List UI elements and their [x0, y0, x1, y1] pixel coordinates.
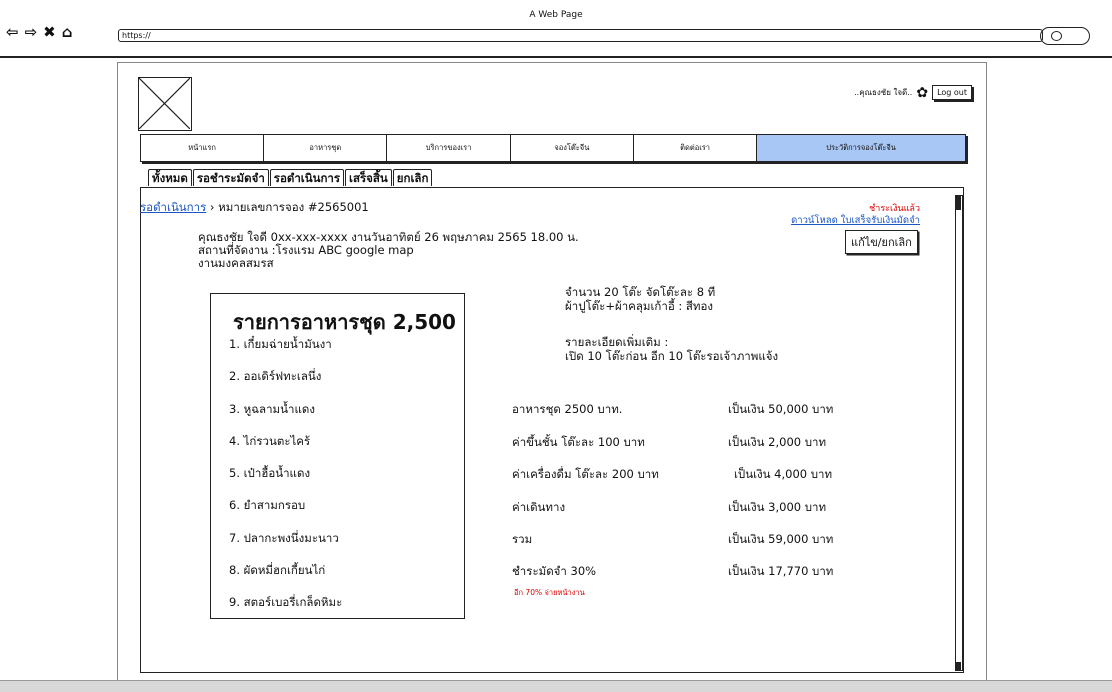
browser-nav: ⇦ ⇨ ✖ ⌂ [6, 24, 72, 40]
edit-cancel-button[interactable]: แก้ไข/ยกเลิก [845, 230, 918, 254]
extra-details-title: รายละเอียดเพิ่มเติม : [565, 335, 669, 349]
cost-label: อาหารชุด 2500 บาท. [512, 402, 623, 416]
logo-placeholder [138, 77, 192, 131]
cost-amount-total: เป็นเงิน 59,000 บาท [728, 532, 834, 546]
user-area: ..คุณธงชัย ใจดี.. ✿ Log out [854, 85, 972, 100]
menu-item: 9. สตอร์เบอรี่เกล็ดหิมะ [229, 595, 343, 610]
download-receipt-link[interactable]: ดาวน์โหลด ใบเสร็จรับเงินมัดจำ [791, 213, 920, 228]
arrow-right-icon[interactable]: ⇨ [25, 24, 38, 40]
status-bar [0, 680, 1112, 692]
cost-label-total: รวม [512, 532, 533, 546]
nav-food-sets[interactable]: อาหารชุด [264, 135, 388, 161]
tab-cancelled[interactable]: ยกเลิก [392, 169, 433, 186]
menu-item: 4. ไก่รวนตะไคร้ [229, 433, 311, 448]
cost-amount: เป็นเงิน 50,000 บาท [728, 402, 834, 416]
search-icon [1051, 31, 1062, 41]
cost-amount: เป็นเงิน 2,000 บาท [728, 435, 827, 449]
menu-item: 3. หูฉลามน้ำแดง [229, 401, 315, 416]
booking-info: คุณธงชัย ใจดี 0xx-xxx-xxxx งานวันอาทิตย์… [198, 231, 579, 270]
status-tabs: ทั้งหมด รอชำระมัดจำ รอดำเนินการ เสร็จสิ้… [148, 169, 433, 186]
booking-event-type: งานมงคลสมรส [198, 256, 274, 270]
nav-booking-history[interactable]: ประวัติการจองโต๊ะจีน [757, 135, 965, 161]
menu-item: 6. ยำสามกรอบ [229, 498, 306, 513]
menu-title: รายการอาหารชุด 2,500 [233, 310, 456, 334]
table-cloth: ผ้าปูโต๊ะ+ผ้าคลุมเก้าอี้ : สีทอง [565, 298, 714, 313]
menu-list: 1. เกี๋ยมฉ่ายน้ำมันงา 2. ออเดิร์ฟทะเลนึ่… [229, 336, 342, 627]
cost-label-deposit: ชำระมัดจำ 30% [512, 564, 597, 578]
remaining-payment-note: อีก 70% จ่ายหน้างาน [514, 588, 585, 597]
close-icon[interactable]: ✖ [43, 24, 56, 40]
logout-button[interactable]: Log out [932, 85, 972, 100]
table-details: จำนวน 20 โต๊ะ จัดโต๊ะละ 8 ที ผ้าปูโต๊ะ+ผ… [565, 285, 716, 313]
nav-book-table[interactable]: จองโต๊ะจีน [511, 135, 634, 161]
search-button[interactable] [1040, 27, 1090, 45]
gear-icon[interactable]: ✿ [916, 86, 928, 100]
cost-label: ค่าเครื่องดื่ม โต๊ะละ 200 บาท [512, 467, 659, 481]
menu-item: 8. ผัดหมี่ฮกเกี้ยนไก่ [229, 563, 326, 578]
menu-item: 5. เป๋าฮื้อน้ำแดง [229, 466, 311, 481]
arrow-left-icon[interactable]: ⇦ [6, 24, 19, 40]
scroll-thumb[interactable] [956, 196, 961, 210]
user-name[interactable]: ..คุณธงชัย ใจดี.. [854, 86, 912, 99]
tab-completed[interactable]: เสร็จสิ้น [345, 169, 392, 186]
cost-amount: เป็นเงิน 4,000 บาท [734, 467, 833, 481]
scroll-down-arrow[interactable] [956, 662, 961, 670]
menu-item: 2. ออเดิร์ฟทะเลนึ่ง [229, 369, 322, 384]
scrollbar[interactable] [955, 195, 963, 671]
page-frame: ..คุณธงชัย ใจดี.. ✿ Log out หน้าแรก อาหา… [117, 62, 987, 684]
nav-contact[interactable]: ติดต่อเรา [634, 135, 758, 161]
home-icon[interactable]: ⌂ [62, 24, 73, 40]
breadcrumb-link[interactable]: รอดำเนินการ [140, 200, 206, 214]
extra-details: รายละเอียดเพิ่มเติม : เปิด 10 โต๊ะก่อน อ… [565, 335, 779, 363]
extra-details-text: เปิด 10 โต๊ะก่อน อีก 10 โต๊ะรอเจ้าภาพแจ้… [565, 348, 779, 363]
tab-all[interactable]: ทั้งหมด [148, 169, 192, 186]
cost-label: ค่าเดินทาง [512, 500, 566, 514]
cost-amount-deposit: เป็นเงิน 17,770 บาท [728, 564, 834, 578]
breadcrumb-current: › หมายเลขการจอง #2565001 [209, 200, 369, 214]
url-bar[interactable]: https:// [118, 29, 1043, 42]
top-navigation: หน้าแรก อาหารชุด บริการของเรา จองโต๊ะจีน… [140, 134, 966, 162]
menu-item: 1. เกี๋ยมฉ่ายน้ำมันงา [229, 337, 332, 351]
tab-awaiting-deposit[interactable]: รอชำระมัดจำ [192, 169, 269, 186]
nav-home[interactable]: หน้าแรก [141, 135, 265, 161]
menu-item: 7. ปลากะพงนึ่งมะนาว [229, 530, 339, 545]
window-title: A Web Page [529, 10, 583, 20]
menu-box: รายการอาหารชุด 2,500 1. เกี๋ยมฉ่ายน้ำมัน… [210, 293, 465, 619]
table-count: จำนวน 20 โต๊ะ จัดโต๊ะละ 8 ที [565, 285, 716, 299]
nav-services[interactable]: บริการของเรา [387, 135, 511, 161]
cost-amount: เป็นเงิน 3,000 บาท [728, 500, 827, 514]
breadcrumb: รอดำเนินการ › หมายเลขการจอง #2565001 [140, 199, 369, 217]
tab-in-progress[interactable]: รอดำเนินการ [269, 169, 345, 186]
cost-label: ค่าขึ้นชั้น โต๊ะละ 100 บาท [512, 435, 645, 449]
browser-chrome: A Web Page ⇦ ⇨ ✖ ⌂ https:// [0, 0, 1112, 58]
